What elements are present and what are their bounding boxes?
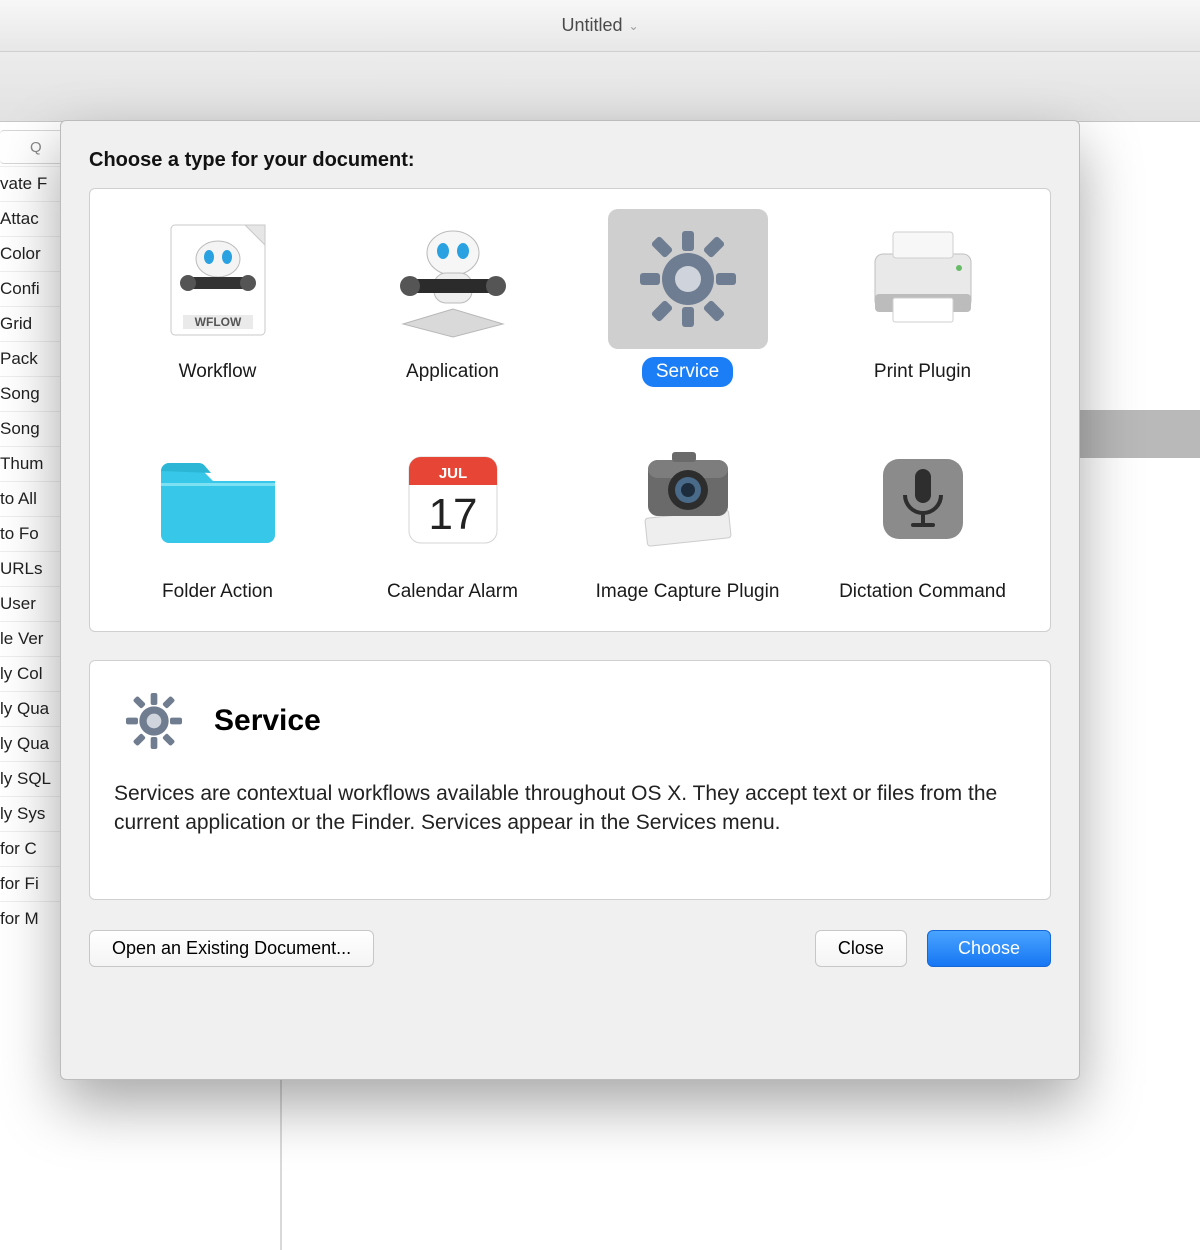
type-grid: WFLOW Workflow (89, 188, 1051, 632)
workflow-icon: WFLOW (138, 209, 298, 349)
divider (280, 1060, 282, 1250)
type-image-capture-plugin[interactable]: Image Capture Plugin (570, 419, 805, 611)
type-dictation-command[interactable]: Dictation Command (805, 419, 1040, 611)
window-titlebar: Untitled ⌄ (0, 0, 1200, 52)
type-label: Service (642, 357, 733, 387)
type-label: Print Plugin (860, 357, 985, 387)
service-icon (608, 209, 768, 349)
type-label: Folder Action (148, 577, 287, 607)
type-workflow[interactable]: WFLOW Workflow (100, 199, 335, 391)
choose-button[interactable]: Choose (927, 930, 1051, 967)
type-label: Calendar Alarm (373, 577, 532, 607)
document-type-sheet: Choose a type for your document: WFLOW (60, 120, 1080, 1080)
type-folder-action[interactable]: Folder Action (100, 419, 335, 611)
printer-icon (843, 209, 1003, 349)
title-dropdown-icon[interactable]: ⌄ (628, 19, 638, 33)
description-title: Service (214, 704, 321, 738)
svg-text:17: 17 (428, 490, 477, 539)
camera-icon (608, 429, 768, 569)
type-label: Image Capture Plugin (582, 577, 794, 607)
calendar-icon: JUL 17 (373, 429, 533, 569)
type-service[interactable]: Service (570, 199, 805, 391)
application-icon (373, 209, 533, 349)
close-button[interactable]: Close (815, 930, 907, 967)
gear-icon (114, 681, 194, 761)
svg-text:WFLOW: WFLOW (194, 315, 241, 329)
type-application[interactable]: Application (335, 199, 570, 391)
window-title: Untitled (561, 15, 622, 36)
description-box: Service Services are contextual workflow… (89, 660, 1051, 900)
svg-text:JUL: JUL (438, 465, 466, 482)
type-label: Workflow (165, 357, 271, 387)
type-calendar-alarm[interactable]: JUL 17 Calendar Alarm (335, 419, 570, 611)
sheet-heading: Choose a type for your document: (89, 149, 1051, 172)
toolbar (0, 52, 1200, 122)
type-label: Dictation Command (825, 577, 1020, 607)
microphone-icon (843, 429, 1003, 569)
sheet-button-row: Open an Existing Document... Close Choos… (89, 930, 1051, 967)
type-label: Application (392, 357, 513, 387)
folder-icon (138, 429, 298, 569)
description-text: Services are contextual workflows availa… (114, 779, 1026, 838)
search-icon: Q (30, 139, 42, 156)
open-existing-button[interactable]: Open an Existing Document... (89, 930, 374, 967)
type-print-plugin[interactable]: Print Plugin (805, 199, 1040, 391)
